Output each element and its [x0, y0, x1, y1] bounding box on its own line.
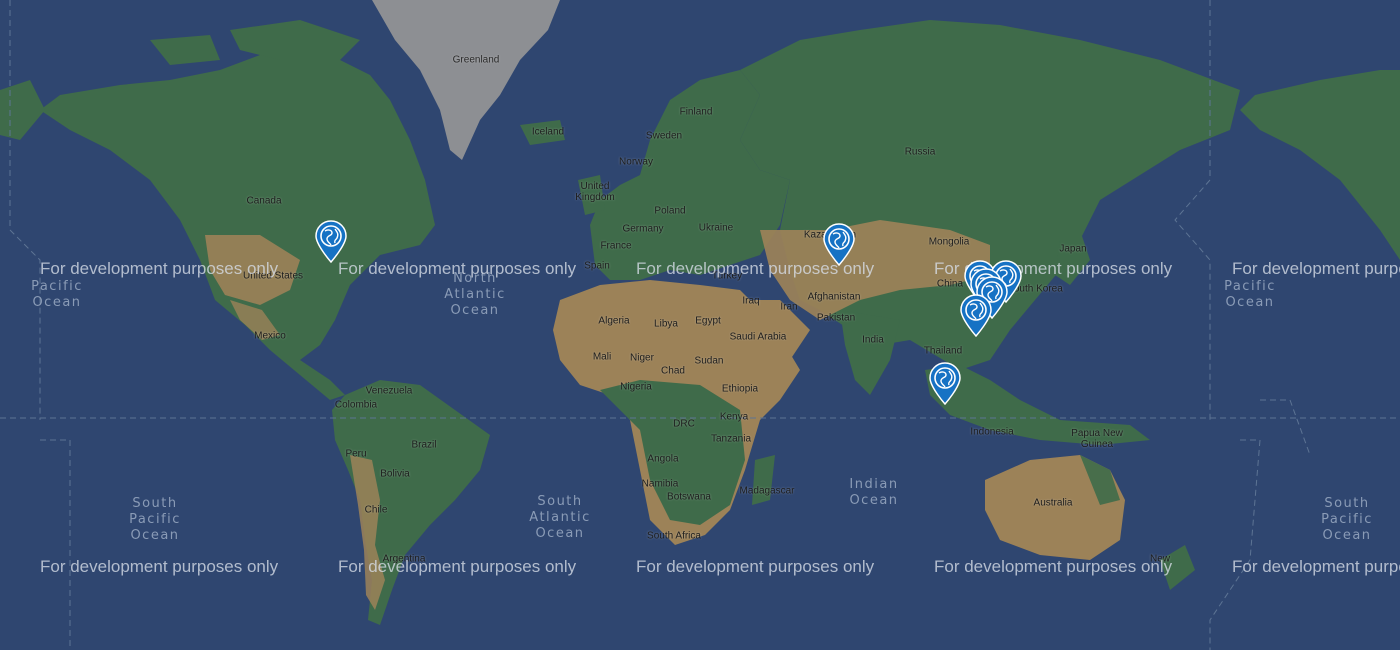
label-mali: Mali	[592, 351, 612, 363]
landmass-north-america	[40, 45, 435, 400]
label-niger: Niger	[630, 352, 654, 364]
dev-watermark: For development purposes only	[338, 259, 577, 278]
label-chad: Chad	[661, 365, 685, 377]
label-namibia: Namibia	[641, 478, 679, 490]
label-peru: Peru	[345, 448, 367, 460]
label-tanzania: Tanzania	[710, 433, 752, 445]
label-libya: Libya	[654, 318, 678, 330]
label-iraq: Iraq	[742, 295, 760, 307]
label-ukraine: Ukraine	[698, 222, 734, 234]
landmass-north-america-wrap	[1240, 70, 1400, 260]
label-algeria: Algeria	[598, 315, 630, 327]
label-madagascar: Madagascar	[739, 485, 795, 497]
label-france: France	[600, 240, 632, 252]
label-kenya: Kenya	[719, 411, 749, 423]
marker-north-america[interactable]	[313, 218, 349, 264]
label-bolivia: Bolivia	[380, 468, 410, 480]
dev-watermark: For development purposes only	[338, 557, 577, 576]
dev-watermark: For development purposes only	[934, 557, 1173, 576]
label-pakistan: Pakistan	[816, 312, 856, 324]
landmass-south-america	[332, 380, 490, 625]
label-venezuela: Venezuela	[365, 385, 413, 397]
label-nigeria: Nigeria	[620, 381, 652, 393]
label-south-africa: South Africa	[647, 530, 701, 542]
label-russia: Russia	[904, 146, 936, 158]
marker-southeast-asia[interactable]	[927, 360, 963, 406]
label-finland: Finland	[679, 106, 713, 118]
dev-watermark: For development purposes only	[40, 259, 279, 278]
marker-kazakhstan[interactable]	[821, 221, 857, 267]
globe-pin-icon	[929, 362, 961, 406]
label-united-kingdom: United Kingdom	[575, 181, 615, 203]
landmass-central-africa-forest	[600, 380, 745, 525]
label-colombia: Colombia	[334, 399, 378, 411]
label-south-atlantic-ocean: South Atlantic Ocean	[529, 494, 591, 541]
label-iceland: Iceland	[531, 126, 565, 138]
dev-watermark: For development purposes only	[1232, 259, 1400, 278]
label-sudan: Sudan	[694, 355, 724, 367]
globe-pin-icon	[960, 294, 992, 338]
label-canada: Canada	[246, 195, 282, 207]
label-egypt: Egypt	[695, 315, 721, 327]
dev-watermark: For development purposes only	[636, 557, 875, 576]
label-papua-new-guinea: Papua New Guinea	[1071, 428, 1123, 450]
marker-china-south[interactable]	[958, 292, 994, 338]
label-drc: DRC	[673, 418, 695, 430]
label-mongolia: Mongolia	[928, 236, 970, 248]
label-pacific-ocean-right: Pacific Ocean	[1224, 279, 1276, 310]
label-indian-ocean: Indian Ocean	[849, 477, 899, 508]
label-australia: Australia	[1033, 497, 1073, 509]
label-japan: Japan	[1059, 243, 1087, 255]
label-germany: Germany	[622, 223, 664, 235]
label-pacific-ocean-left: Pacific Ocean	[31, 279, 83, 310]
label-afghanistan: Afghanistan	[807, 291, 861, 303]
label-poland: Poland	[654, 205, 686, 217]
label-thailand: Thailand	[923, 345, 963, 357]
label-south-pacific-ocean-left: South Pacific Ocean	[129, 496, 181, 543]
label-south-pacific-ocean-right: South Pacific Ocean	[1321, 496, 1373, 543]
label-chile: Chile	[364, 504, 388, 516]
globe-pin-icon	[315, 220, 347, 264]
label-sweden: Sweden	[645, 130, 683, 142]
label-iran: Iran	[780, 301, 798, 313]
label-china: China	[936, 278, 964, 290]
label-saudi-arabia: Saudi Arabia	[729, 331, 787, 343]
label-spain: Spain	[584, 260, 610, 272]
label-angola: Angola	[647, 453, 679, 465]
world-map[interactable]: Greenland Iceland Finland Sweden Norway …	[0, 0, 1400, 650]
label-brazil: Brazil	[411, 439, 437, 451]
label-indonesia: Indonesia	[970, 426, 1014, 438]
globe-pin-icon	[823, 223, 855, 267]
label-india: India	[862, 334, 884, 346]
label-greenland: Greenland	[452, 54, 500, 66]
label-norway: Norway	[619, 156, 653, 168]
label-mexico: Mexico	[254, 330, 286, 342]
dev-watermark: For development purposes only	[1232, 557, 1400, 576]
dev-watermark: For development purposes only	[40, 557, 279, 576]
label-botswana: Botswana	[667, 491, 711, 503]
label-ethiopia: Ethiopia	[721, 383, 759, 395]
